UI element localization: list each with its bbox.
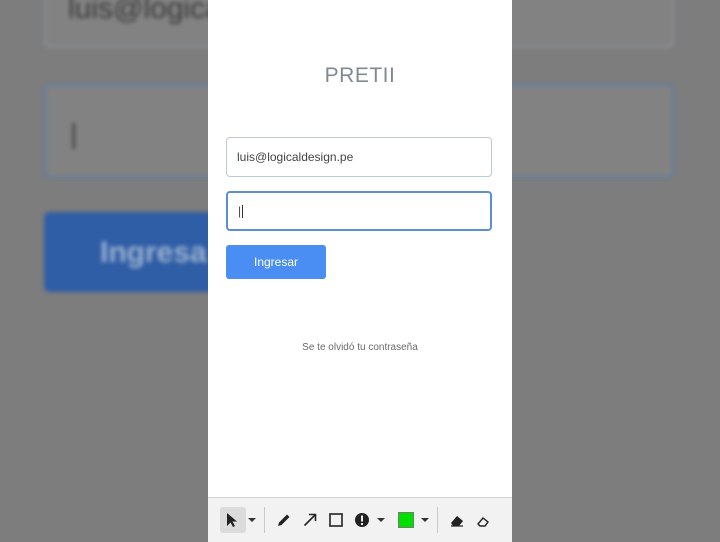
chevron-down-icon (421, 518, 429, 522)
eraser-icon (451, 516, 463, 527)
clear-tool[interactable] (470, 507, 496, 533)
clear-icon (477, 517, 489, 527)
marker-tool[interactable] (349, 507, 375, 533)
select-pointer-tool[interactable] (220, 507, 246, 533)
select-pointer-icon (227, 513, 237, 527)
bg-submit-label: Ingresa (100, 236, 207, 269)
pencil-icon (278, 514, 290, 526)
password-value: | (238, 204, 242, 218)
chevron-down-icon (377, 518, 385, 522)
toolbar-divider (437, 507, 438, 533)
color-picker[interactable] (393, 507, 419, 533)
pencil-tool[interactable] (271, 507, 297, 533)
annotation-toolbar (208, 497, 512, 542)
eraser-tool[interactable] (444, 507, 470, 533)
email-value: luis@logicaldesign.pe (237, 150, 354, 164)
color-dropdown[interactable] (419, 507, 431, 533)
login-button[interactable]: Ingresar (226, 245, 326, 279)
chevron-down-icon (248, 518, 256, 522)
phone-screen: PRETII luis@logicaldesign.pe | Ingresar … (208, 0, 512, 541)
color-swatch (398, 512, 414, 528)
rectangle-tool[interactable] (323, 507, 349, 533)
marker-dropdown[interactable] (375, 507, 387, 533)
rectangle-icon (329, 513, 343, 527)
password-field[interactable]: | (226, 191, 492, 231)
text-caret (242, 205, 244, 219)
app-logo-text: PRETII (324, 64, 396, 87)
email-field[interactable]: luis@logicaldesign.pe (226, 137, 492, 177)
pointer-dropdown[interactable] (246, 507, 258, 533)
bg-cursor-text: | (70, 118, 78, 149)
forgot-password-link[interactable]: Se te olvidó tu contraseña (208, 342, 512, 353)
arrow-icon (303, 513, 317, 527)
toolbar-divider (264, 507, 265, 533)
bg-email-text: luis@logica (68, 0, 222, 25)
exclamation-marker-icon (355, 513, 369, 527)
arrow-tool[interactable] (297, 507, 323, 533)
